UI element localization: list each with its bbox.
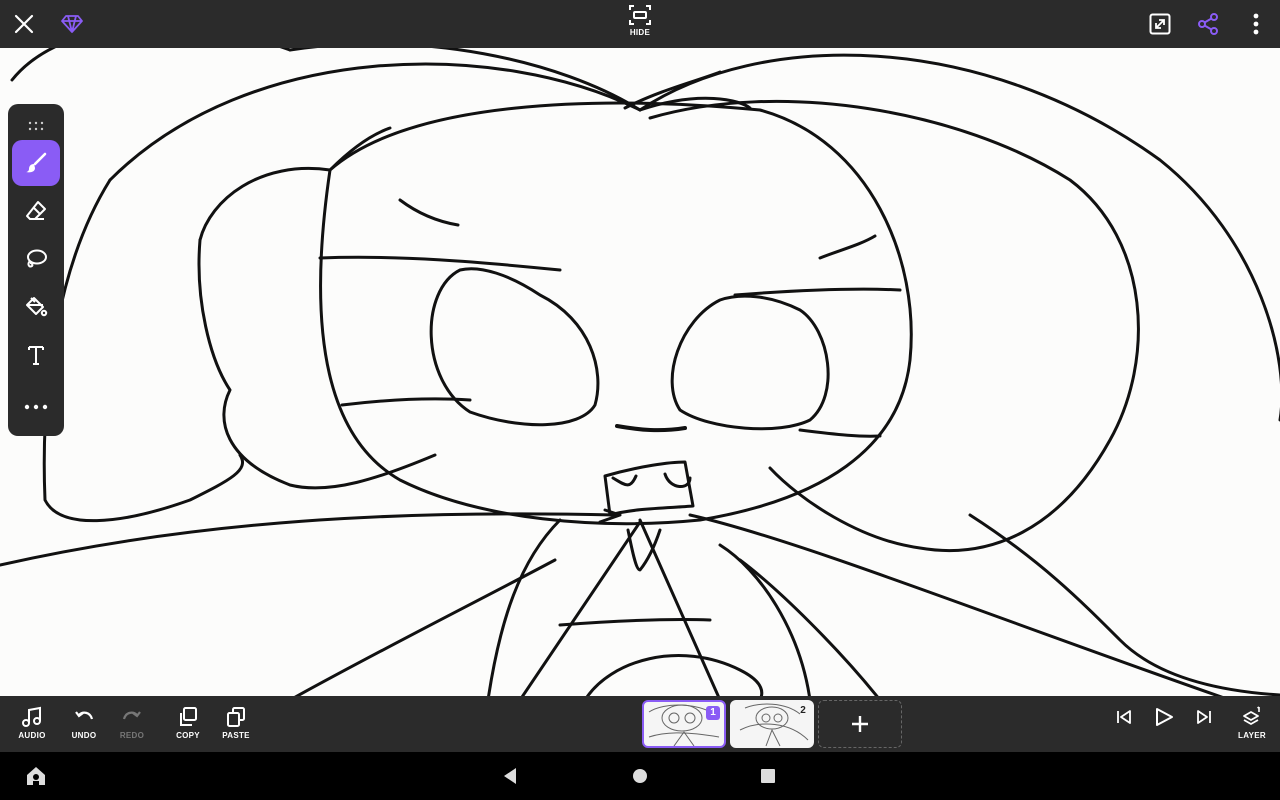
share-icon[interactable] [1192,8,1224,40]
more-vertical-icon[interactable] [1240,8,1272,40]
copy-label: COPY [176,731,200,740]
system-navigation-bar [0,752,1280,800]
frame-thumbnail-2[interactable]: 2 [730,700,814,748]
hide-ui-button[interactable]: HIDE [620,4,660,44]
frame-number-label: 2 [800,705,806,716]
last-frame-button[interactable] [1182,708,1226,740]
audio-label: AUDIO [18,731,46,740]
audio-button[interactable]: AUDIO [10,706,54,746]
frame-thumbnail-1[interactable]: 1 [642,700,726,748]
copy-icon [180,707,197,726]
undo-button[interactable]: UNDO [62,706,106,746]
skip-back-icon [1117,710,1131,724]
redo-icon [122,711,141,720]
first-frame-button[interactable] [1102,708,1146,740]
bottom-toolbar: AUDIO UNDO REDO COPY PASTE 1 2 LAYER [0,696,1280,752]
paste-button[interactable]: PASTE [214,706,258,746]
more-tools-button[interactable] [12,384,60,430]
text-tool-button[interactable] [12,332,60,378]
layer-label: LAYER [1238,731,1266,740]
recents-icon[interactable] [756,764,780,788]
copy-button[interactable]: COPY [166,706,210,746]
layers-icon [1243,706,1260,725]
back-icon[interactable] [498,764,522,788]
lasso-tool-button[interactable] [12,236,60,282]
drag-handle-icon[interactable] [28,118,44,136]
redo-label: REDO [119,731,145,740]
paste-icon [227,707,245,727]
layer-button[interactable]: LAYER [1230,706,1274,746]
plus-icon [852,716,868,732]
more-horizontal-icon [24,404,48,410]
undo-icon [75,711,94,720]
add-frame-button[interactable] [818,700,902,748]
frame-number-badge: 1 [706,706,720,720]
tool-palette [8,104,64,436]
undo-label: UNDO [71,731,97,740]
paste-label: PASTE [222,731,250,740]
diamond-icon[interactable] [56,8,88,40]
text-icon [28,346,44,365]
brush-icon [26,152,47,173]
play-icon [1156,708,1173,726]
lasso-icon [27,249,47,268]
eraser-icon [26,201,46,220]
fill-tool-button[interactable] [12,284,60,330]
top-toolbar: HIDE [0,0,1280,48]
close-icon[interactable] [8,8,40,40]
hide-icon [629,5,651,25]
eraser-tool-button[interactable] [12,188,60,234]
play-button[interactable] [1142,706,1186,740]
redo-button[interactable]: REDO [110,706,154,746]
sketch-drawing [0,48,1280,696]
fullscreen-icon[interactable] [1144,8,1176,40]
paint-bucket-icon [26,297,48,317]
hide-label: HIDE [629,28,651,37]
music-note-icon [22,706,41,727]
home-icon[interactable] [628,764,652,788]
home-app-icon[interactable] [24,764,48,788]
brush-tool-button[interactable] [12,140,60,186]
drawing-canvas[interactable] [0,48,1280,696]
skip-forward-icon [1197,710,1211,724]
